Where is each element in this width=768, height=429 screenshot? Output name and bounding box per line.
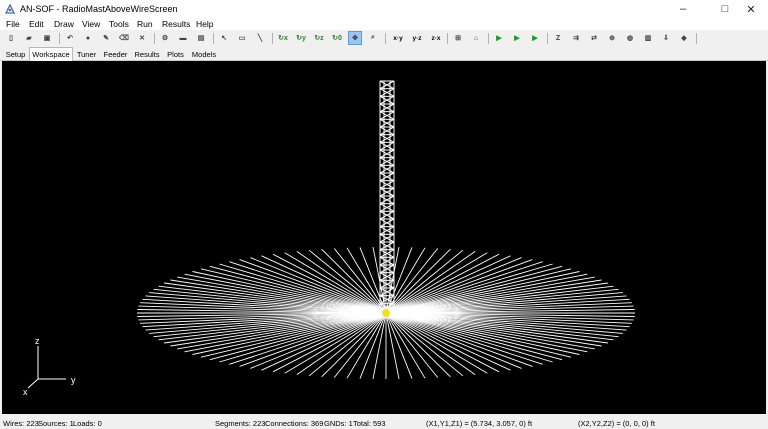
new-file-icon[interactable]: ▯ <box>4 31 18 45</box>
tab-setup[interactable]: Setup <box>2 48 29 60</box>
export-icon[interactable]: ⇩ <box>659 31 673 45</box>
title-bar: AN-SOF - RadioMastAboveWireScreen – □ ✕ <box>0 0 768 18</box>
open-folder-icon[interactable]: ▰ <box>22 31 36 45</box>
run-currents-icon[interactable]: ▶ <box>510 31 524 45</box>
currents-icon[interactable]: ⇄ <box>587 31 601 45</box>
status-point2: (X2,Y2,Z2) = (0, 0, 0) ft <box>578 419 655 428</box>
y-axis-label: y <box>71 375 76 385</box>
fit-view-icon[interactable]: ⊞ <box>451 31 465 45</box>
draw-line-icon[interactable]: ╲ <box>253 31 267 45</box>
toolbar: ▯ ▰ ▣ ↶ ● ✎ ⌫ ✕ ⚙ ▬ ▤ ↖ ▭ ╲ ↻x ↻y ↻z ↻0 ✥ ⌕ x·y y·z z·x ⊞ ⌂ ▶ ▶ ▶ Z ⇉… <box>0 30 768 47</box>
status-connections: Connections: 369 <box>265 419 324 428</box>
eraser-icon[interactable]: ⌫ <box>117 31 131 45</box>
radio-mast <box>379 80 395 312</box>
chart-icon[interactable]: ▥ <box>641 31 655 45</box>
record-icon[interactable]: ● <box>81 31 95 45</box>
radial-wire <box>385 312 400 379</box>
menu-view[interactable]: View <box>82 19 100 29</box>
toolbar-separator <box>59 33 60 44</box>
tab-feeder[interactable]: Feeder <box>100 48 131 60</box>
toolbar-separator <box>447 33 448 44</box>
rotate-x-icon[interactable]: ↻x <box>276 31 290 45</box>
menu-bar: File Edit Draw View Tools Run Results He… <box>0 18 768 30</box>
toolbar-separator <box>696 33 697 44</box>
pattern-2d-icon[interactable]: ◍ <box>623 31 637 45</box>
workspace-viewport[interactable]: z y x <box>2 61 766 414</box>
view-yz-icon[interactable]: y·z <box>408 31 426 45</box>
menu-run[interactable]: Run <box>137 19 153 29</box>
menu-results[interactable]: Results <box>162 19 190 29</box>
rotate-z-icon[interactable]: ↻z <box>312 31 326 45</box>
x-axis-line <box>27 378 39 389</box>
status-bar: Wires: 223 Sources: 1 Loads: 0 Segments:… <box>0 416 768 429</box>
status-segments: Segments: 223 <box>215 419 266 428</box>
zoom-icon[interactable]: ⌕ <box>366 31 380 45</box>
view-xy-icon[interactable]: x·y <box>389 31 407 45</box>
run-field-icon[interactable]: ▶ <box>528 31 542 45</box>
properties-icon[interactable]: ▤ <box>194 31 208 45</box>
status-point1: (X1,Y1,Z1) = (5.734, 3.057, 0) ft <box>426 419 533 428</box>
status-total: Total: 593 <box>353 419 386 428</box>
menu-help[interactable]: Help <box>196 19 213 29</box>
delete-icon[interactable]: ✕ <box>135 31 149 45</box>
save-icon[interactable]: ▣ <box>40 31 54 45</box>
tab-workspace[interactable]: Workspace <box>29 47 73 61</box>
menu-file[interactable]: File <box>6 19 20 29</box>
rectangle-select-icon[interactable]: ▭ <box>235 31 249 45</box>
menu-tools[interactable]: Tools <box>109 19 129 29</box>
tab-plots[interactable]: Plots <box>163 48 188 60</box>
menu-draw[interactable]: Draw <box>54 19 74 29</box>
toolbar-separator <box>213 33 214 44</box>
help-book-icon[interactable]: ◆ <box>677 31 691 45</box>
radial-wire <box>372 312 387 379</box>
pan-icon[interactable]: ✥ <box>348 31 362 45</box>
rotate-z0-icon[interactable]: ↻0 <box>330 31 344 45</box>
toolbar-separator <box>154 33 155 44</box>
pattern-3d-icon[interactable]: ⊕ <box>605 31 619 45</box>
status-wires: Wires: 223 <box>3 419 39 428</box>
view-zx-icon[interactable]: z·x <box>427 31 445 45</box>
an-sof-app-icon <box>5 4 15 14</box>
status-loads: Loads: 0 <box>73 419 102 428</box>
status-sources: Sources: 1 <box>38 419 74 428</box>
window-title: AN-SOF - RadioMastAboveWireScreen <box>20 4 178 14</box>
toolbar-separator <box>547 33 548 44</box>
antenna-model-view[interactable]: z y x <box>2 61 766 414</box>
settings-icon[interactable]: ⚙ <box>158 31 172 45</box>
impedance-icon[interactable]: Z <box>551 31 565 45</box>
axes-triad: z y x <box>23 336 76 397</box>
comment-icon[interactable]: ▬ <box>176 31 190 45</box>
status-gnds: GNDs: 1 <box>324 419 353 428</box>
tab-results[interactable]: Results <box>131 48 163 60</box>
toolbar-separator <box>385 33 386 44</box>
pencil-icon[interactable]: ✎ <box>99 31 113 45</box>
x-axis-label: x <box>23 387 28 397</box>
run-icon[interactable]: ▶ <box>492 31 506 45</box>
z-axis-label: z <box>35 336 40 346</box>
rotate-y-icon[interactable]: ↻y <box>294 31 308 45</box>
close-icon[interactable]: ✕ <box>734 0 768 18</box>
undo-icon[interactable]: ↶ <box>63 31 77 45</box>
tab-bar: Setup Workspace Tuner Feeder Results Plo… <box>0 47 768 61</box>
tab-models[interactable]: Models <box>188 48 220 60</box>
menu-edit[interactable]: Edit <box>29 19 44 29</box>
tab-tuner[interactable]: Tuner <box>73 48 100 60</box>
feed-icon[interactable]: ⇉ <box>569 31 583 45</box>
home-view-icon[interactable]: ⌂ <box>469 31 483 45</box>
select-arrow-icon[interactable]: ↖ <box>217 31 231 45</box>
minimize-icon[interactable]: – <box>666 0 700 18</box>
source-marker <box>382 309 390 317</box>
toolbar-separator <box>272 33 273 44</box>
toolbar-separator <box>488 33 489 44</box>
